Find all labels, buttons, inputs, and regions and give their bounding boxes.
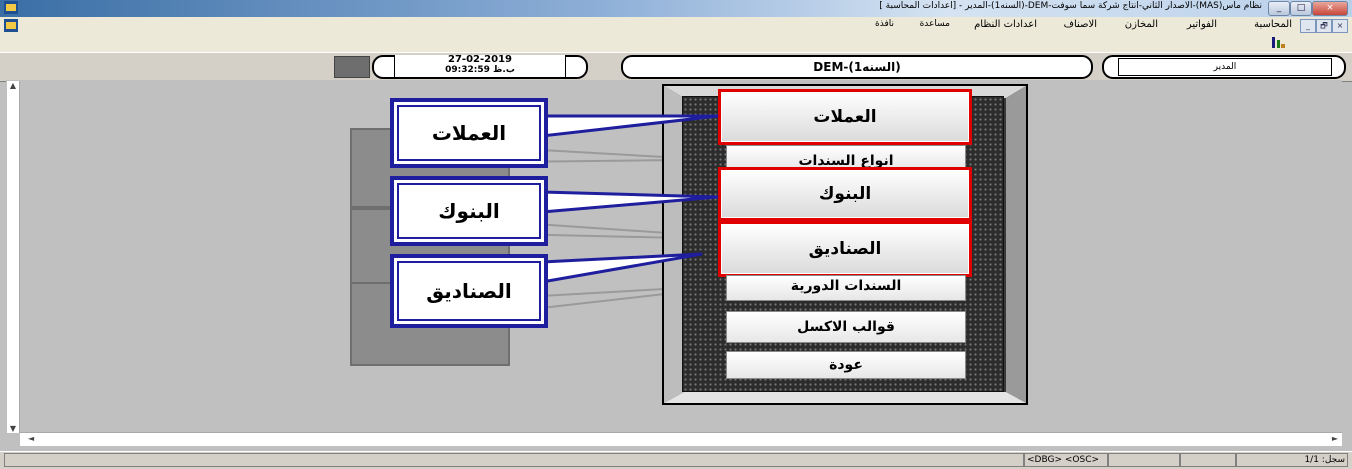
callout-pointers [540,114,719,284]
callout-cash-boxes: الصناديق [390,254,548,328]
status-panel-left [4,453,1024,467]
status-tags: <DBG> <OSC> [1024,453,1108,467]
status-panel [1180,453,1236,467]
status-panel [1108,453,1180,467]
callout-currencies: العملات [390,98,548,168]
record-counter: سجل: 1/1 [1236,453,1348,467]
callout-banks: البنوك [390,176,548,246]
